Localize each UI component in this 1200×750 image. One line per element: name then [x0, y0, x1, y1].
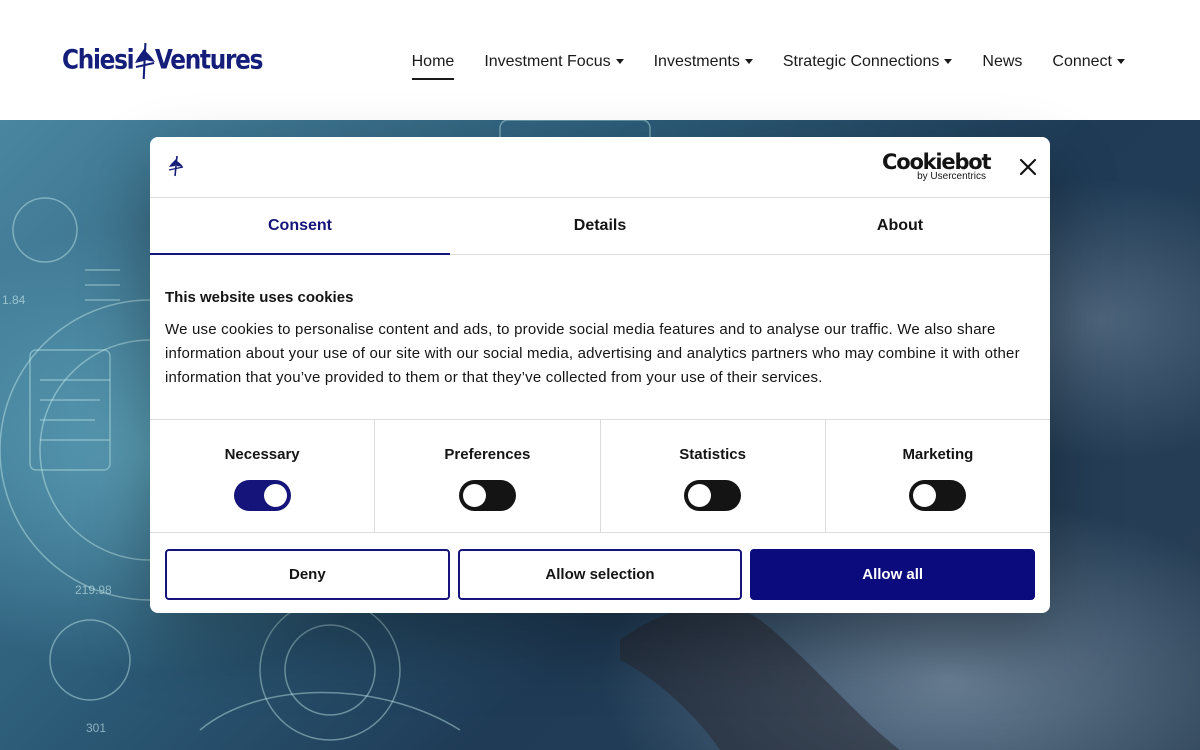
switch-knob	[263, 484, 287, 507]
nav-connect[interactable]: Connect	[1037, 50, 1140, 74]
main-nav: Home Investment Focus Investments Strate…	[397, 50, 1140, 80]
hero-number-3: 301	[86, 721, 106, 735]
deny-button[interactable]: Deny	[165, 549, 450, 600]
nav-connect-label: Connect	[1052, 53, 1112, 70]
cookie-consent-dialog: Cookiebot by Usercentrics Consent Detail…	[150, 137, 1050, 613]
site-header: Chiesi Ventures Home Investment Focus In…	[0, 0, 1200, 120]
nav-investments[interactable]: Investments	[639, 50, 768, 74]
preferences-switch[interactable]	[458, 480, 516, 511]
nav-strategic-connections[interactable]: Strategic Connections	[768, 50, 968, 74]
tab-details[interactable]: Details	[450, 198, 750, 254]
switch-knob	[688, 484, 712, 507]
nav-home-label: Home	[411, 53, 455, 70]
tab-consent-label: Consent	[268, 217, 332, 234]
nav-investments-label: Investments	[653, 53, 740, 70]
statistics-switch[interactable]	[684, 480, 742, 511]
nav-news-label: News	[982, 53, 1023, 70]
toggle-marketing-label: Marketing	[902, 446, 974, 463]
allow-all-button[interactable]: Allow all	[750, 549, 1036, 600]
consent-toggles: Necessary Preferences Statistics Marketi…	[150, 420, 1050, 533]
nav-investment-focus[interactable]: Investment Focus	[469, 50, 638, 74]
dialog-tabs: Consent Details About	[150, 198, 1050, 255]
caret-down-icon	[944, 58, 953, 64]
nav-home[interactable]: Home	[397, 50, 470, 80]
switch-knob	[913, 484, 937, 507]
switch-knob	[462, 484, 486, 507]
toggle-necessary: Necessary	[150, 420, 376, 532]
cookiebot-logo[interactable]: Cookiebot by Usercentrics	[882, 150, 992, 182]
nav-strategic-connections-label: Strategic Connections	[782, 53, 940, 70]
caret-down-icon	[615, 58, 624, 64]
caret-down-icon	[1117, 58, 1125, 64]
marketing-switch[interactable]	[909, 480, 967, 511]
toggle-statistics: Statistics	[601, 420, 826, 532]
tab-about-label: About	[876, 217, 924, 234]
allow-selection-button[interactable]: Allow selection	[457, 549, 743, 600]
tab-consent[interactable]: Consent	[150, 198, 450, 255]
sailboat-logo-icon	[135, 42, 155, 80]
chiesi-ventures-logo[interactable]: Chiesi Ventures	[62, 40, 295, 82]
toggle-preferences-label: Preferences	[444, 446, 531, 463]
dialog-header: Cookiebot by Usercentrics	[150, 137, 1050, 198]
site-logo-icon	[168, 155, 184, 177]
toggle-preferences: Preferences	[375, 420, 601, 532]
toggle-marketing: Marketing	[826, 420, 1050, 532]
logo-text-left: Chiesi	[62, 44, 135, 76]
close-icon[interactable]	[1016, 155, 1040, 179]
nav-investment-focus-label: Investment Focus	[484, 53, 611, 70]
hero-number-1: 1.84	[2, 293, 26, 307]
consent-description: We use cookies to personalise content an…	[165, 321, 1020, 386]
nav-news[interactable]: News	[967, 50, 1037, 74]
consent-buttons: Deny Allow selection Allow all	[150, 533, 1050, 600]
caret-down-icon	[744, 58, 753, 64]
toggle-statistics-label: Statistics	[679, 446, 746, 463]
consent-body: This website uses cookies We use cookies…	[150, 255, 1050, 420]
toggle-necessary-label: Necessary	[224, 446, 300, 463]
consent-title: This website uses cookies	[165, 289, 354, 306]
tab-about[interactable]: About	[750, 198, 1050, 254]
hero-number-2: 219.98	[75, 583, 112, 597]
logo-text: Chiesi Ventures	[62, 41, 264, 81]
necessary-switch[interactable]	[233, 480, 291, 511]
tab-details-label: Details	[573, 217, 627, 234]
logo-text-right: Ventures	[154, 44, 264, 76]
